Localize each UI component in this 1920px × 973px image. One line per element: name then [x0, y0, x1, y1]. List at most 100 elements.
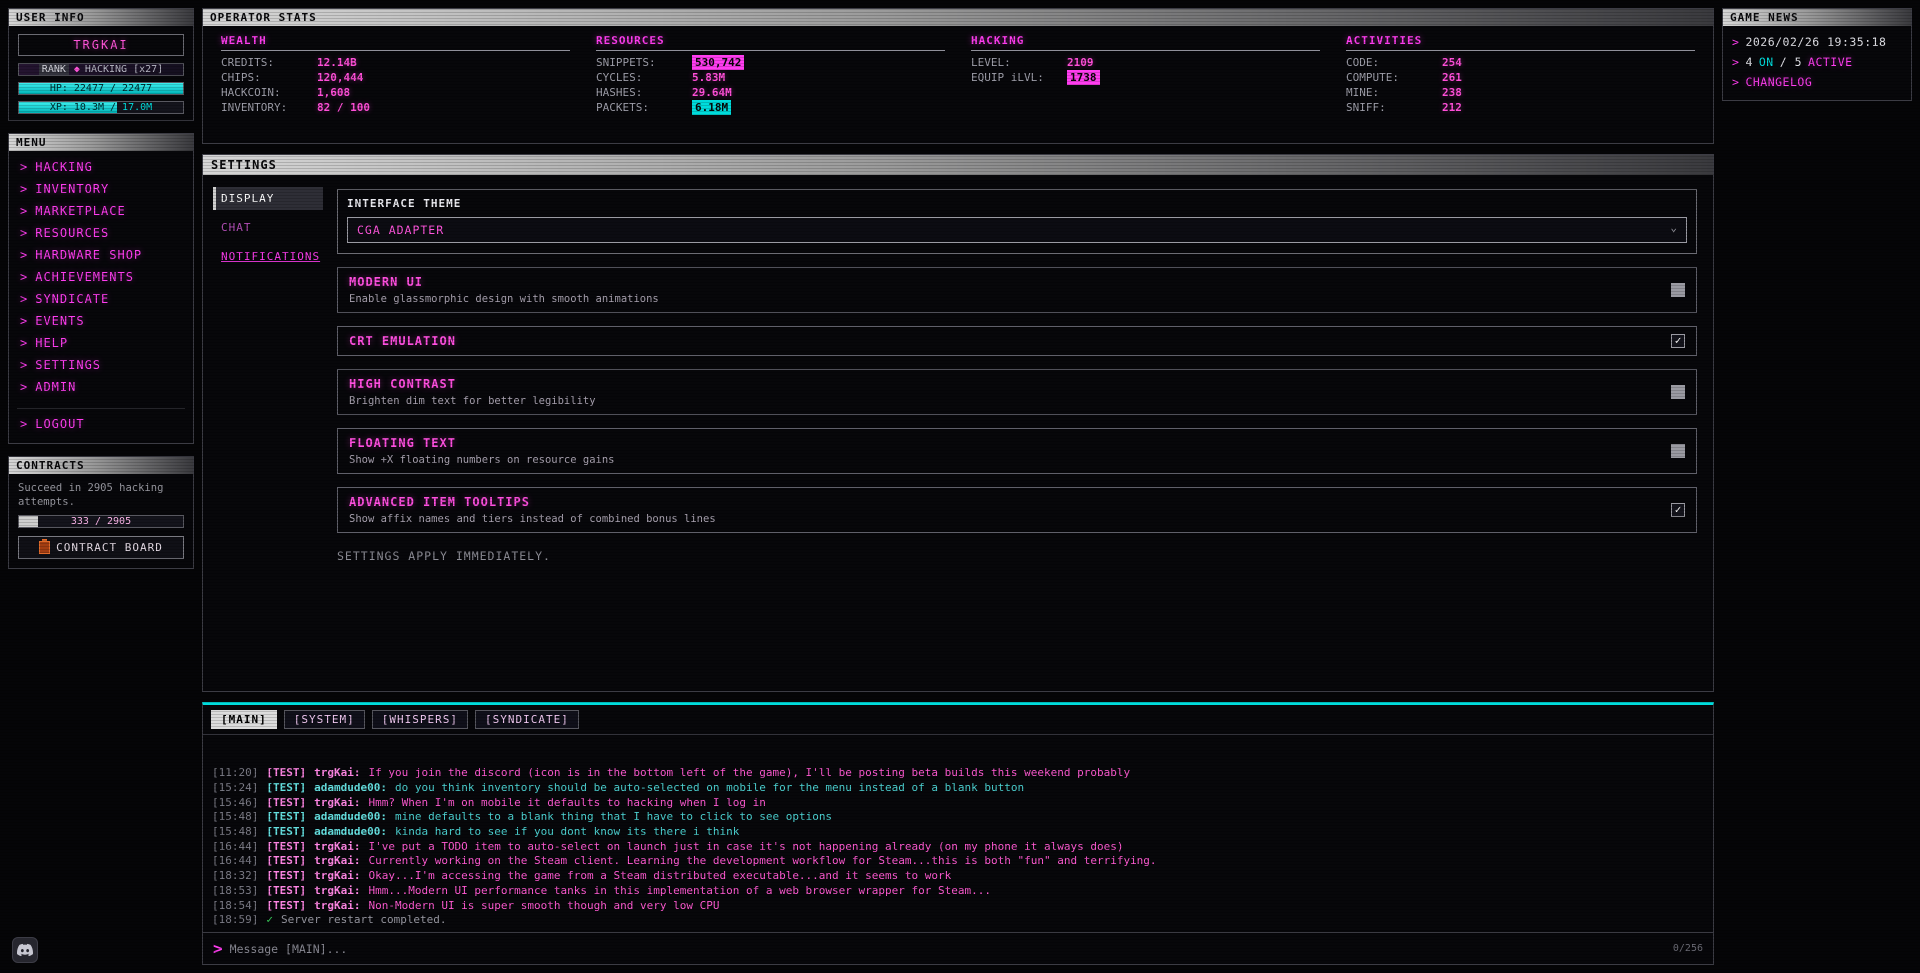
stat-group-title: RESOURCES	[596, 34, 945, 51]
chat-tab-whispers[interactable]: [WHISPERS]	[372, 710, 468, 729]
rank-chip: RANK	[39, 64, 69, 75]
chat-input-row: > 0/256	[203, 932, 1713, 964]
settings-nav-display[interactable]: DISPLAY	[213, 187, 323, 210]
stat-row: LEVEL:2109	[971, 55, 1320, 70]
menu-item-label: LOGOUT	[35, 417, 84, 431]
stat-row: SNIPPETS:530,742	[596, 55, 945, 70]
stat-row: SNIFF:212	[1346, 100, 1695, 115]
chat-system-message: [18:59]✓Server restart completed.	[212, 913, 1704, 928]
diamond-icon: ◆	[74, 64, 80, 75]
xp-bar: XP: 10.3M / 17.0M XP: 10.3M / 17.0M	[18, 101, 184, 114]
menu-item-logout[interactable]: > LOGOUT	[9, 413, 193, 435]
chat-tab-syndicate[interactable]: [SYNDICATE]	[475, 710, 579, 729]
menu-item-marketplace[interactable]: >MARKETPLACE	[9, 200, 193, 222]
chevron-right-icon: >	[20, 160, 28, 174]
chat-message: [18:53][TEST]trgKai:Hmm...Modern UI perf…	[212, 884, 1704, 899]
chat-tab-system[interactable]: [SYSTEM]	[284, 710, 365, 729]
chevron-right-icon: >	[20, 204, 28, 218]
chat-message: [15:48][TEST]adamdude00:mine defaults to…	[212, 810, 1704, 825]
settings-panel: SETTINGS DISPLAY CHAT NOTIFICATIONS INTE…	[202, 154, 1714, 692]
checkbox-crt-emulation[interactable]	[1671, 334, 1685, 348]
main-column: OPERATOR STATS WEALTH CREDITS:12.14B CHI…	[202, 8, 1714, 965]
option-row-modern-ui: MODERN UI Enable glassmorphic design wit…	[337, 267, 1697, 313]
hp-bar: HP: 22477 / 22477 HP: 22477 / 22477	[18, 82, 184, 95]
contract-progress: 333 / 2905	[18, 515, 184, 528]
contracts-header: CONTRACTS	[9, 457, 193, 474]
chevron-right-icon: >	[20, 226, 28, 240]
menu-item-achievements[interactable]: > ACHIEVEMENTS	[9, 266, 193, 288]
menu-item-label: SETTINGS	[35, 358, 101, 372]
username: TRGKAI	[18, 34, 184, 56]
menu-item-label: RESOURCES	[35, 226, 109, 240]
chevron-down-icon: ⌄	[1670, 221, 1678, 234]
chevron-right-icon: >	[20, 314, 28, 328]
game-news-list: > 2026/02/26 19:35:18 > 4 ON / 5 ACTIVE …	[1723, 26, 1911, 100]
chevron-right-icon: >	[20, 358, 28, 372]
menu-item-label: INVENTORY	[35, 182, 109, 196]
contract-description: Succeed in 2905 hacking attempts.	[9, 474, 193, 515]
interface-theme-select[interactable]: CGA ADAPTER ⌄	[347, 217, 1687, 243]
chat-message: [16:44][TEST]trgKai:I've put a TODO item…	[212, 840, 1704, 855]
settings-nav-chat[interactable]: CHAT	[213, 216, 323, 239]
menu-item-label: HACKING	[35, 160, 93, 174]
chat-tab-main[interactable]: [MAIN]	[211, 710, 277, 729]
stat-group-wealth: WEALTH CREDITS:12.14B CHIPS:120,444 HACK…	[221, 34, 570, 115]
stat-row: INVENTORY:82 / 100	[221, 100, 570, 115]
operator-stats-body: WEALTH CREDITS:12.14B CHIPS:120,444 HACK…	[203, 26, 1713, 121]
stat-group-title: HACKING	[971, 34, 1320, 51]
stat-row: EQUIP iLVL:1738	[971, 70, 1320, 85]
menu-item-help[interactable]: >HELP	[9, 332, 193, 354]
stat-row: CYCLES:5.83M	[596, 70, 945, 85]
chat-message: [18:32][TEST]trgKai:Okay...I'm accessing…	[212, 869, 1704, 884]
stat-row: CREDITS:12.14B	[221, 55, 570, 70]
menu-panel: MENU >HACKING >INVENTORY >MARKETPLACE >R…	[8, 133, 194, 444]
user-info-header: USER INFO	[9, 9, 193, 26]
option-description: Show affix names and tiers instead of co…	[349, 513, 716, 525]
contract-board-button[interactable]: CONTRACT BOARD	[18, 536, 184, 559]
chevron-right-icon: >	[20, 417, 28, 431]
chevron-right-icon: >	[20, 270, 28, 284]
checkbox-advanced-item-tooltips[interactable]	[1671, 503, 1685, 517]
menu-item-resources[interactable]: > RESOURCES	[9, 222, 193, 244]
check-icon: ✓	[266, 913, 273, 926]
menu-item-hacking[interactable]: > HACKING	[9, 156, 193, 178]
menu-divider	[17, 408, 185, 409]
changelog-link[interactable]: > CHANGELOG	[1723, 72, 1911, 92]
menu-item-label: SYNDICATE	[35, 292, 109, 306]
stat-group-title: ACTIVITIES	[1346, 34, 1695, 51]
checkbox-floating-text[interactable]	[1671, 444, 1685, 458]
option-description: Show +X floating numbers on resource gai…	[349, 454, 615, 466]
left-sidebar: USER INFO TRGKAI RANK ◆ HACKING [x27] HP…	[8, 8, 194, 965]
menu-item-label: ACHIEVEMENTS	[35, 270, 134, 284]
game-news-header: GAME NEWS	[1723, 9, 1911, 26]
checkbox-high-contrast[interactable]	[1671, 385, 1685, 399]
option-row-high-contrast: HIGH CONTRAST Brighten dim text for bett…	[337, 369, 1697, 415]
checkbox-modern-ui[interactable]	[1671, 283, 1685, 297]
stat-group-hacking: HACKING LEVEL:2109 EQUIP iLVL:1738	[971, 34, 1320, 115]
chat-message: [11:20][TEST]trgKai:If you join the disc…	[212, 766, 1704, 781]
stat-row: HACKCOIN:1,608	[221, 85, 570, 100]
menu-item-label: ADMIN	[35, 380, 76, 394]
stat-group-title: WEALTH	[221, 34, 570, 51]
menu-item-settings[interactable]: > SETTINGS	[9, 354, 193, 376]
stat-row: CODE:254	[1346, 55, 1695, 70]
menu-item-inventory[interactable]: >INVENTORY	[9, 178, 193, 200]
option-title: HIGH CONTRAST	[349, 377, 596, 391]
chat-tabbar: [MAIN] [SYSTEM] [WHISPERS] [SYNDICATE]	[203, 705, 1713, 735]
settings-nav-notifications[interactable]: NOTIFICATIONS	[213, 245, 323, 268]
online-status[interactable]: > 4 ON / 5 ACTIVE	[1723, 52, 1911, 72]
discord-button[interactable]	[12, 937, 38, 963]
menu-item-syndicate[interactable]: >SYNDICATE	[9, 288, 193, 310]
stat-row: PACKETS:6.18M	[596, 100, 945, 115]
chat-log[interactable]: [11:20][TEST]trgKai:If you join the disc…	[203, 735, 1713, 932]
interface-theme-box: INTERFACE THEME CGA ADAPTER ⌄	[337, 189, 1697, 254]
chat-input[interactable]	[230, 942, 1666, 956]
menu-item-label: HELP	[35, 336, 68, 350]
menu-item-admin[interactable]: >ADMIN	[9, 376, 193, 398]
settings-content: INTERFACE THEME CGA ADAPTER ⌄ MODERN UI …	[323, 175, 1713, 691]
menu-item-label: EVENTS	[35, 314, 84, 328]
menu-item-events[interactable]: > EVENTS	[9, 310, 193, 332]
menu-header: MENU	[9, 134, 193, 151]
option-title: ADVANCED ITEM TOOLTIPS	[349, 495, 716, 509]
menu-item-hardware-shop[interactable]: >HARDWARE SHOP	[9, 244, 193, 266]
